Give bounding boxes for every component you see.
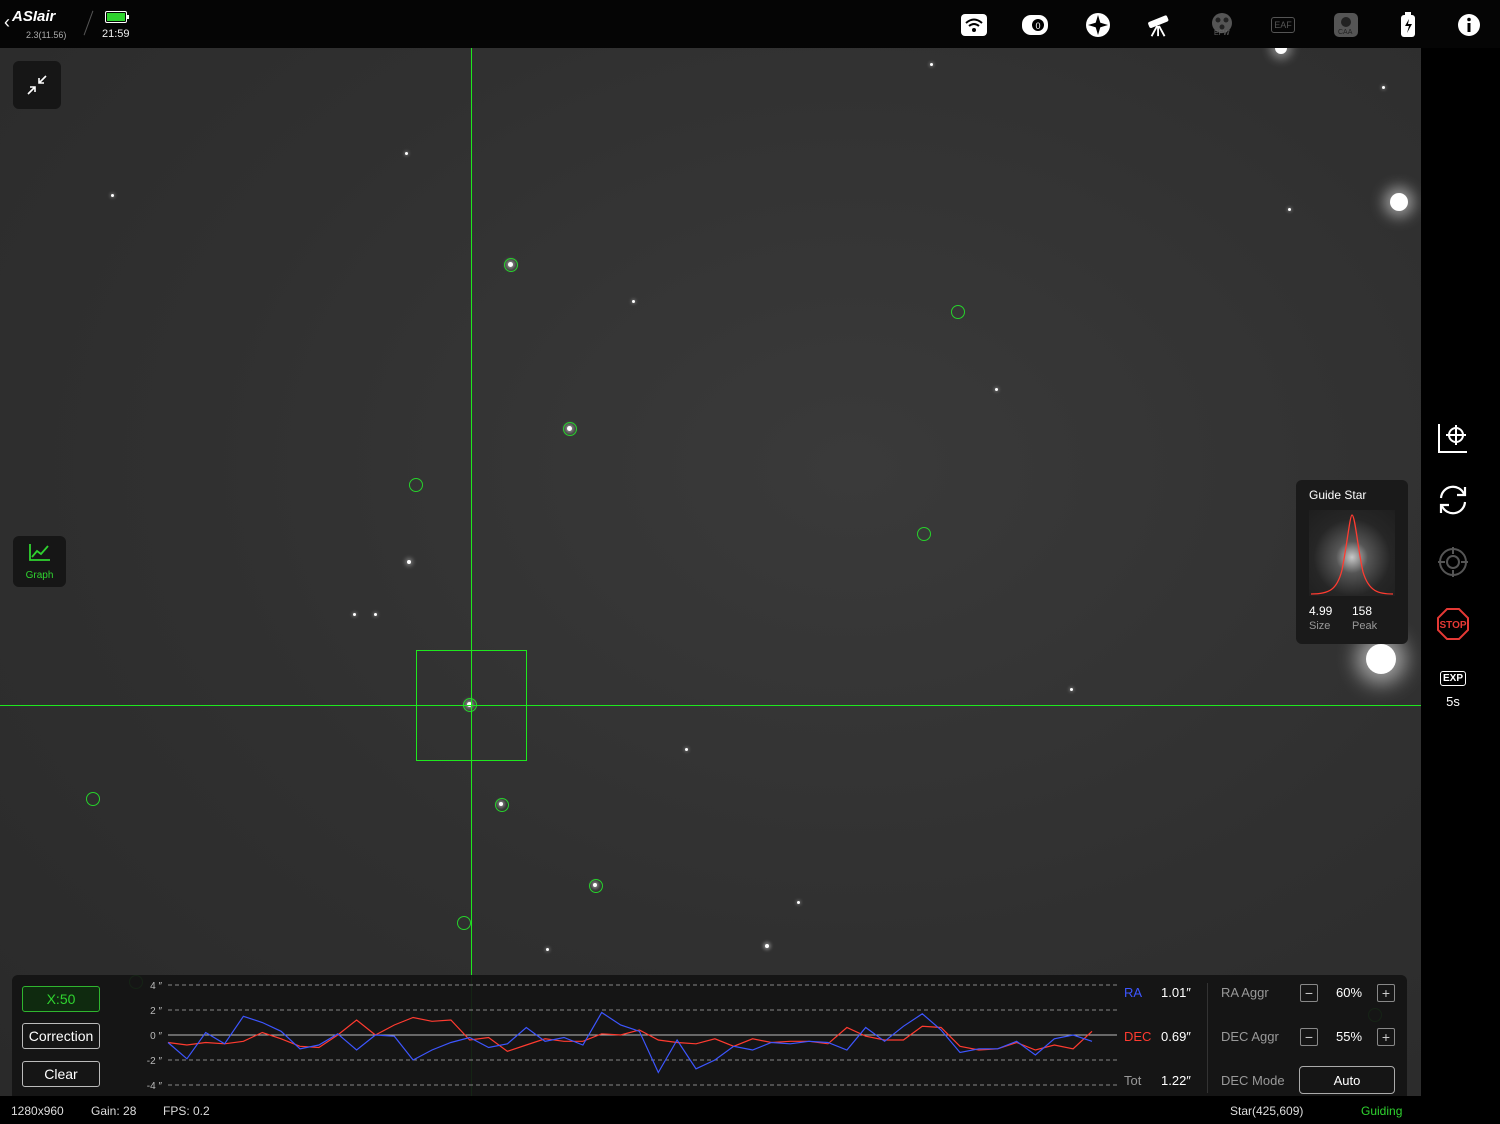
stop-icon: STOP <box>1437 608 1469 640</box>
detected-star-marker[interactable] <box>917 527 931 541</box>
app-version: 2.3(11.56) <box>26 30 67 40</box>
fps-text: FPS: 0.2 <box>163 1104 210 1118</box>
exposure-value: 5s <box>1446 694 1460 709</box>
divider <box>1207 983 1208 1093</box>
y-tick-label: 2 ″ <box>150 1006 162 1017</box>
star-size-label: Size <box>1309 620 1331 632</box>
correction-button[interactable]: Correction <box>22 1023 100 1049</box>
star-peak-label: Peak <box>1352 620 1378 632</box>
clock: 21:59 <box>102 28 130 40</box>
y-tick-label: 4 ″ <box>150 981 162 992</box>
svg-text:STOP: STOP <box>1439 620 1466 631</box>
star-size-value: 4.99 <box>1309 604 1333 618</box>
guide-star-panel: Guide Star 4.99 158 Size Peak <box>1296 480 1408 644</box>
y-tick-label: -4 ″ <box>147 1081 163 1092</box>
resolution-text: 1280x960 <box>11 1104 64 1118</box>
svg-text:0: 0 <box>1035 21 1040 31</box>
eaf-icon[interactable]: EAF <box>1270 12 1296 38</box>
stop-button[interactable]: STOP <box>1435 606 1471 642</box>
guide-star-title: Guide Star <box>1309 488 1367 502</box>
clear-button[interactable]: Clear <box>22 1061 100 1087</box>
guide-error-chart: 4 ″ 2 ″ 0 ″ -2 ″ -4 ″ <box>147 981 1117 1092</box>
tot-value: 1.22″ <box>1161 1073 1191 1088</box>
back-icon[interactable]: ‹ <box>4 12 10 33</box>
exp-icon: EXP <box>1439 670 1466 686</box>
right-sidebar: STOP EXP 5s <box>1421 48 1500 1096</box>
camera-icon[interactable]: 0 <box>1022 12 1048 38</box>
dec-aggr-increase-button[interactable]: + <box>1377 1028 1395 1046</box>
dec-mode-select[interactable]: Auto <box>1299 1066 1395 1094</box>
detected-star-marker[interactable] <box>495 798 509 812</box>
graph-icon <box>29 544 50 561</box>
ra-label: RA <box>1124 985 1143 1000</box>
collapse-icon <box>27 75 47 95</box>
crosshair-horizontal <box>0 705 1421 706</box>
eaf-label: EAF <box>1271 17 1295 33</box>
dec-aggr-value: 55% <box>1336 1029 1363 1044</box>
tot-label: Tot <box>1124 1073 1142 1088</box>
divider <box>83 10 94 36</box>
detected-star-marker[interactable] <box>563 422 577 436</box>
y-tick-label: 0 ″ <box>150 1031 162 1042</box>
info-icon[interactable] <box>1456 12 1482 38</box>
focus-target-icon[interactable] <box>1085 12 1111 38</box>
crosshair-vertical <box>471 48 472 1096</box>
exposure-button[interactable]: EXP <box>1435 660 1471 696</box>
y-tick-label: -2 ″ <box>147 1056 163 1067</box>
detected-star-marker[interactable] <box>457 916 471 930</box>
dec-aggr-label: DEC Aggr <box>1221 1029 1279 1044</box>
guide-graph-panel: X:50 Correction Clear 4 ″ 2 ″ 0 ″ -2 ″ -4 ″ … <box>12 975 1407 1096</box>
ra-series-line <box>167 1011 1093 1074</box>
detected-star-marker[interactable] <box>951 305 965 319</box>
star-peak-value: 158 <box>1352 604 1373 618</box>
caa-label: CAA <box>1338 29 1353 36</box>
graph-label: Graph <box>25 570 54 581</box>
caa-icon[interactable]: CAA <box>1333 12 1359 38</box>
ra-aggr-label: RA Aggr <box>1221 985 1269 1000</box>
star-position-text: Star(425,609) <box>1230 1104 1304 1118</box>
calibrate-button[interactable] <box>1435 420 1471 456</box>
x-scale-button[interactable]: X:50 <box>22 986 100 1012</box>
efw-icon[interactable]: EFW <box>1209 12 1235 38</box>
top-bar: ‹ ASIair 2.3(11.56) 21:59 0 EFW EAF CAA <box>0 0 1500 48</box>
efw-label: EFW <box>1214 30 1230 37</box>
battery-icon <box>105 11 129 23</box>
dec-label: DEC <box>1124 1029 1152 1044</box>
refresh-icon <box>1439 485 1467 515</box>
guide-target-button[interactable] <box>1435 544 1471 580</box>
ra-value: 1.01″ <box>1161 985 1191 1000</box>
guide-star-box <box>416 650 527 761</box>
guide-star-profile <box>1309 510 1395 596</box>
guiding-status: Guiding <box>1361 1104 1403 1118</box>
gain-text: Gain: 28 <box>91 1104 137 1118</box>
status-bar: 1280x960 Gain: 28 FPS: 0.2 Star(425,609)… <box>0 1096 1500 1124</box>
app-logo: ASIair <box>12 8 56 25</box>
dec-mode-label: DEC Mode <box>1221 1073 1285 1088</box>
calibrate-icon <box>1438 424 1467 453</box>
dec-series-line <box>167 1016 1093 1052</box>
collapse-view-button[interactable] <box>13 61 61 109</box>
dec-value: 0.69″ <box>1161 1029 1191 1044</box>
detected-star-marker[interactable] <box>409 478 423 492</box>
loop-exposure-button[interactable] <box>1435 482 1471 518</box>
graph-toggle-button[interactable]: Graph <box>13 536 66 587</box>
ra-aggr-increase-button[interactable]: + <box>1377 984 1395 1002</box>
detected-star-marker[interactable] <box>589 879 603 893</box>
ra-aggr-decrease-button[interactable]: − <box>1300 984 1318 1002</box>
detected-star-marker[interactable] <box>86 792 100 806</box>
power-icon[interactable] <box>1395 12 1421 38</box>
target-icon <box>1438 547 1468 577</box>
dec-aggr-decrease-button[interactable]: − <box>1300 1028 1318 1046</box>
detected-star-marker[interactable] <box>504 258 518 272</box>
telescope-icon[interactable] <box>1146 12 1172 38</box>
wifi-icon[interactable] <box>961 12 987 38</box>
sky-image[interactable] <box>0 48 1421 1096</box>
ra-aggr-value: 60% <box>1336 985 1363 1000</box>
